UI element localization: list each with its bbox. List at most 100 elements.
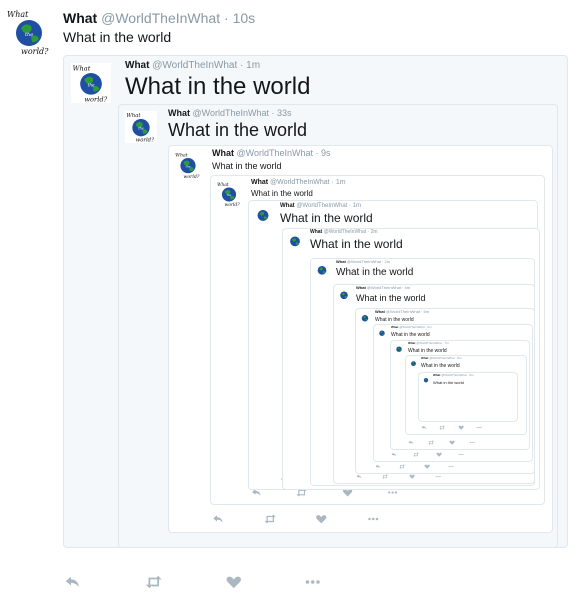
quoted-tweet-header: What @WorldTheInWhat · 2m bbox=[336, 259, 390, 265]
like-button[interactable] bbox=[409, 474, 415, 479]
like-button[interactable] bbox=[424, 464, 430, 469]
timestamp[interactable]: 9s bbox=[321, 148, 331, 158]
display-name[interactable]: What bbox=[168, 108, 190, 118]
retweet-button[interactable] bbox=[439, 425, 446, 430]
timestamp[interactable]: 2m bbox=[371, 229, 378, 235]
avatar[interactable] bbox=[359, 312, 371, 324]
reply-button[interactable] bbox=[375, 464, 381, 469]
quoted-tweet-text: What in the world bbox=[251, 189, 313, 198]
more-button[interactable] bbox=[458, 452, 464, 457]
username[interactable]: @WorldTheInWhat bbox=[386, 309, 420, 314]
retweet-button[interactable] bbox=[413, 452, 420, 457]
username[interactable]: @WorldTheInWhat bbox=[270, 179, 330, 186]
retweet-icon bbox=[413, 452, 420, 457]
username[interactable]: @WorldTheInWhat bbox=[416, 341, 442, 345]
username[interactable]: @WorldTheInWhat bbox=[347, 259, 381, 264]
display-name[interactable]: What bbox=[251, 179, 268, 186]
display-name[interactable]: What bbox=[356, 285, 366, 290]
reply-button[interactable] bbox=[408, 440, 414, 445]
timestamp[interactable]: 5m bbox=[424, 309, 430, 314]
avatar[interactable]: What the world? bbox=[125, 111, 157, 143]
globe-logo-icon: What the world? bbox=[7, 10, 49, 56]
display-name[interactable]: What bbox=[336, 259, 346, 264]
display-name[interactable]: What bbox=[310, 229, 322, 235]
display-name[interactable]: What bbox=[408, 341, 415, 345]
logo-text-mid: the bbox=[138, 127, 143, 131]
display-name[interactable]: What bbox=[212, 148, 234, 158]
quoted-tweet[interactable]: What @WorldTheInWhat · 8m What in the wor… bbox=[418, 372, 518, 422]
timestamp[interactable]: 6m bbox=[427, 325, 431, 329]
username[interactable]: @WorldTheInWhat bbox=[152, 60, 237, 71]
username[interactable]: @WorldTheInWhat bbox=[367, 285, 401, 290]
reply-button[interactable] bbox=[391, 452, 397, 457]
like-button[interactable] bbox=[449, 440, 455, 445]
timestamp[interactable]: 7m bbox=[444, 341, 448, 345]
avatar[interactable] bbox=[314, 262, 330, 278]
username[interactable]: @WorldTheInWhat bbox=[237, 148, 314, 158]
avatar[interactable] bbox=[253, 205, 273, 225]
username[interactable]: @WorldTheInWhat bbox=[296, 203, 347, 209]
retweet-button[interactable] bbox=[399, 464, 406, 469]
avatar[interactable] bbox=[377, 328, 387, 338]
display-name[interactable]: What bbox=[433, 373, 440, 377]
timestamp[interactable]: 1m bbox=[336, 179, 346, 186]
timestamp[interactable]: 2m bbox=[385, 259, 391, 264]
quoted-tweet-text: What in the world bbox=[168, 120, 308, 140]
quoted-tweet-text: What in the world bbox=[310, 237, 403, 251]
timestamp[interactable]: 33s bbox=[277, 108, 292, 118]
avatar[interactable] bbox=[394, 344, 404, 354]
username[interactable]: @WorldTheInWhat bbox=[193, 108, 270, 118]
display-name[interactable]: What bbox=[391, 325, 398, 329]
reply-icon bbox=[375, 464, 381, 469]
display-name[interactable]: What bbox=[125, 60, 149, 71]
like-button[interactable] bbox=[458, 425, 464, 430]
reply-button[interactable] bbox=[212, 514, 225, 524]
globe-logo-icon: What the world? bbox=[73, 65, 108, 104]
retweet-button[interactable] bbox=[143, 575, 165, 589]
username[interactable]: @WorldTheInWhat bbox=[429, 356, 455, 360]
timestamp[interactable]: 8m bbox=[457, 356, 461, 360]
reply-icon bbox=[391, 452, 397, 457]
logo-text-top: What bbox=[217, 183, 229, 188]
like-button[interactable] bbox=[315, 514, 328, 524]
reply-button[interactable] bbox=[421, 425, 427, 430]
avatar[interactable] bbox=[422, 376, 430, 384]
username[interactable]: @WorldTheInWhat bbox=[324, 229, 367, 235]
timestamp[interactable]: 10s bbox=[233, 10, 256, 26]
more-button[interactable] bbox=[435, 474, 441, 479]
quoted-tweet-text: What in the world bbox=[375, 317, 414, 323]
display-name[interactable]: What bbox=[63, 10, 97, 26]
timestamp[interactable]: 1m bbox=[353, 203, 361, 209]
avatar[interactable]: What the world? bbox=[216, 181, 242, 207]
avatar[interactable]: What the world? bbox=[5, 8, 53, 56]
username[interactable]: @WorldTheInWhat bbox=[441, 373, 467, 377]
avatar[interactable]: What the world? bbox=[174, 151, 202, 179]
retweet-button[interactable] bbox=[382, 474, 389, 479]
retweet-icon bbox=[264, 514, 276, 524]
timestamp[interactable]: 8m bbox=[469, 373, 473, 377]
quoted-tweet-header: What @WorldTheInWhat · 1m bbox=[125, 60, 260, 72]
like-button[interactable] bbox=[225, 575, 243, 589]
reply-button[interactable] bbox=[356, 474, 362, 479]
avatar[interactable]: What the world? bbox=[71, 63, 111, 103]
more-button[interactable] bbox=[448, 464, 454, 469]
reply-button[interactable] bbox=[63, 575, 83, 589]
display-name[interactable]: What bbox=[421, 356, 428, 360]
retweet-button[interactable] bbox=[264, 514, 277, 524]
retweet-button[interactable] bbox=[428, 440, 435, 445]
username[interactable]: @WorldTheInWhat bbox=[101, 10, 220, 26]
like-button[interactable] bbox=[436, 452, 442, 457]
avatar[interactable] bbox=[286, 232, 304, 250]
avatar[interactable] bbox=[337, 288, 351, 302]
timestamp[interactable]: 1m bbox=[246, 60, 260, 71]
avatar[interactable] bbox=[409, 359, 418, 368]
more-button[interactable] bbox=[367, 514, 380, 524]
display-name[interactable]: What bbox=[375, 309, 385, 314]
more-button[interactable] bbox=[469, 440, 475, 445]
more-button[interactable] bbox=[476, 425, 482, 430]
timestamp[interactable]: 4m bbox=[405, 285, 411, 290]
username[interactable]: @WorldTheInWhat bbox=[399, 325, 425, 329]
display-name[interactable]: What bbox=[280, 203, 295, 209]
quoted-tweet-header: What @WorldTheInWhat · 5m bbox=[375, 309, 429, 315]
more-button[interactable] bbox=[303, 575, 323, 589]
